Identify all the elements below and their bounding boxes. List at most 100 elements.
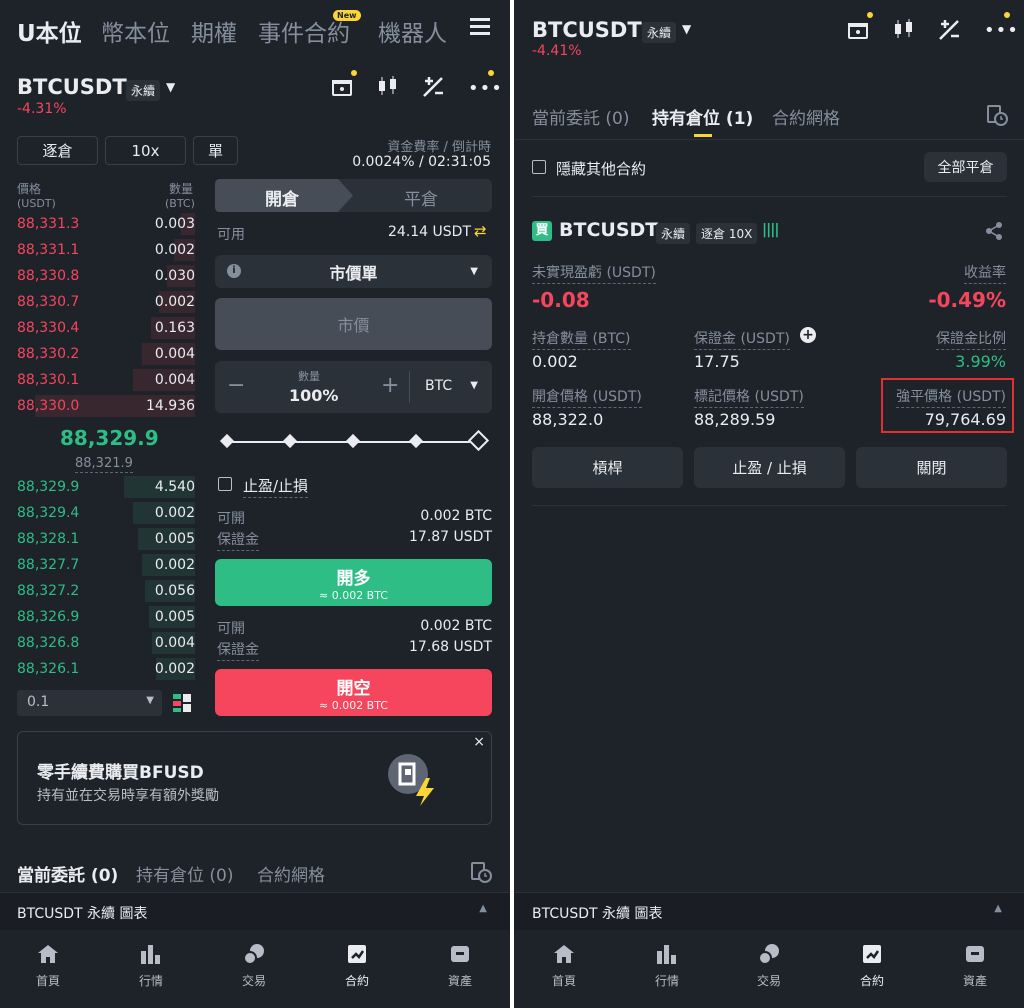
- more-icon[interactable]: •••: [984, 20, 1019, 41]
- hide-other-label[interactable]: 隱藏其他合約: [556, 158, 646, 179]
- open-long-button[interactable]: 開多 ≈ 0.002 BTC: [215, 559, 492, 606]
- tab-close[interactable]: 平倉: [404, 185, 438, 210]
- bid-row[interactable]: 88,326.9 0.005: [17, 604, 195, 630]
- bid-row[interactable]: 88,329.9 4.540: [17, 474, 195, 500]
- nav-markets[interactable]: 行情: [617, 940, 717, 989]
- nav-home[interactable]: 首頁: [0, 940, 98, 989]
- nav-markets[interactable]: 行情: [101, 940, 201, 989]
- close-icon[interactable]: ×: [473, 734, 485, 750]
- short-can-open-value: 0.002 BTC: [420, 618, 492, 634]
- nav-trade[interactable]: 交易: [204, 940, 304, 989]
- nav-trade[interactable]: 交易: [719, 940, 819, 989]
- last-price[interactable]: 88,329.9: [60, 426, 159, 450]
- calculator-icon[interactable]: [938, 19, 960, 41]
- history-icon[interactable]: [986, 104, 1008, 126]
- tab-options[interactable]: 期權: [191, 14, 237, 48]
- plus-icon[interactable]: +: [381, 373, 399, 398]
- position-mode-button[interactable]: 單: [193, 136, 238, 165]
- bid-price: 88,327.7: [17, 557, 80, 573]
- nav-markets-label: 行情: [654, 974, 679, 988]
- margin-leverage-tag: 逐倉 10X: [696, 223, 758, 244]
- chart-bar[interactable]: BTCUSDT 永續 圖表 ▲: [514, 892, 1024, 930]
- ask-row[interactable]: 88,331.1 0.002: [17, 237, 195, 263]
- qty-value[interactable]: 100%: [289, 386, 338, 405]
- bid-row[interactable]: 88,326.1 0.002: [17, 656, 195, 682]
- tpsl-label[interactable]: 止盈/止損: [243, 475, 309, 498]
- precision-select[interactable]: 0.1 ▼: [17, 690, 162, 716]
- futures-icon: [348, 945, 366, 963]
- promo-banner[interactable]: 零手續費購買BFUSD 持有並在交易時享有額外獎勵 ×: [17, 731, 492, 825]
- menu-icon[interactable]: [470, 18, 490, 35]
- tpsl-button[interactable]: 止盈 / 止損: [694, 447, 845, 488]
- share-icon[interactable]: [984, 221, 1004, 241]
- info-icon[interactable]: i: [227, 264, 241, 278]
- candlestick-icon[interactable]: [892, 18, 916, 40]
- gift-icon[interactable]: [330, 74, 354, 98]
- tpsl-checkbox[interactable]: [218, 477, 232, 491]
- slider-mark[interactable]: [219, 433, 235, 449]
- nav-home[interactable]: 首頁: [514, 940, 614, 989]
- bid-row[interactable]: 88,328.1 0.005: [17, 526, 195, 552]
- bid-row[interactable]: 88,329.4 0.002: [17, 500, 195, 526]
- tab-usdm[interactable]: U本位: [17, 14, 82, 48]
- hide-other-checkbox[interactable]: [532, 160, 546, 174]
- bid-row[interactable]: 88,327.2 0.056: [17, 578, 195, 604]
- tab-grid[interactable]: 合約網格: [257, 861, 325, 886]
- nav-assets[interactable]: 資產: [410, 940, 510, 989]
- nav-home-label: 首頁: [551, 974, 576, 988]
- funding-label: 資金費率 / 倒計時: [387, 140, 491, 155]
- symbol-name[interactable]: BTCUSDT: [17, 75, 127, 99]
- ask-row[interactable]: 88,330.7 0.002: [17, 289, 195, 315]
- tab-positions[interactable]: 持有倉位 (0): [136, 861, 233, 886]
- chart-bar[interactable]: BTCUSDT 永續 圖表 ▲: [0, 892, 510, 930]
- calculator-icon[interactable]: [422, 76, 444, 98]
- symbol-name[interactable]: BTCUSDT: [532, 18, 642, 42]
- tab-open-orders[interactable]: 當前委託 (0): [532, 104, 629, 129]
- ask-row[interactable]: 88,330.4 0.163: [17, 315, 195, 341]
- minus-icon[interactable]: −: [227, 373, 245, 398]
- ask-row[interactable]: 88,330.2 0.004: [17, 341, 195, 367]
- order-type-select[interactable]: i 市價單 ▼: [215, 255, 492, 288]
- add-margin-icon[interactable]: +: [800, 327, 816, 343]
- more-icon[interactable]: •••: [468, 78, 503, 99]
- ask-row[interactable]: 88,331.3 0.003: [17, 211, 195, 237]
- tab-open-orders[interactable]: 當前委託 (0): [17, 861, 118, 886]
- tab-positions[interactable]: 持有倉位 (1): [652, 104, 753, 129]
- slider-mark[interactable]: [408, 433, 424, 449]
- gift-icon[interactable]: [846, 17, 870, 41]
- trade-icon: [758, 944, 779, 965]
- margin-mode-button[interactable]: 逐倉: [17, 136, 98, 165]
- chevron-down-icon[interactable]: ▼: [166, 80, 175, 94]
- bid-row[interactable]: 88,326.8 0.004: [17, 630, 195, 656]
- tab-coinm[interactable]: 幣本位: [101, 14, 170, 48]
- ask-row[interactable]: 88,330.8 0.030: [17, 263, 195, 289]
- position-symbol[interactable]: BTCUSDT: [559, 219, 658, 241]
- slider-mark[interactable]: [345, 433, 361, 449]
- ask-row[interactable]: 88,330.1 0.004: [17, 367, 195, 393]
- close-all-button[interactable]: 全部平倉: [924, 152, 1007, 182]
- bid-qty: 0.002: [154, 661, 195, 677]
- transfer-icon[interactable]: ⇄: [474, 222, 487, 240]
- close-position-button[interactable]: 關閉: [856, 447, 1007, 488]
- ask-row[interactable]: 88,330.0 14.936: [17, 393, 195, 419]
- nav-futures[interactable]: 合約: [307, 940, 407, 989]
- nav-assets[interactable]: 資產: [925, 940, 1024, 989]
- slider-mark[interactable]: [282, 433, 298, 449]
- book-layout-icon[interactable]: [172, 693, 192, 713]
- qty-unit: (BTC): [165, 197, 195, 210]
- tab-grid[interactable]: 合約網格: [772, 104, 840, 129]
- tab-open[interactable]: 開倉: [265, 185, 299, 210]
- roe-value: -0.49%: [928, 288, 1006, 312]
- bid-row[interactable]: 88,327.7 0.002: [17, 552, 195, 578]
- price-input[interactable]: 市價: [215, 298, 492, 350]
- candlestick-icon[interactable]: [376, 75, 400, 97]
- tab-bots[interactable]: 機器人: [378, 14, 447, 48]
- open-short-button[interactable]: 開空 ≈ 0.002 BTC: [215, 669, 492, 716]
- slider-thumb[interactable]: [467, 429, 490, 452]
- history-icon[interactable]: [470, 861, 492, 883]
- chevron-down-icon[interactable]: ▼: [682, 22, 691, 36]
- qty-unit-select[interactable]: BTC: [425, 378, 452, 394]
- nav-futures[interactable]: 合約: [822, 940, 922, 989]
- leverage-button[interactable]: 10x: [105, 136, 186, 165]
- leverage-button[interactable]: 槓桿: [532, 447, 683, 488]
